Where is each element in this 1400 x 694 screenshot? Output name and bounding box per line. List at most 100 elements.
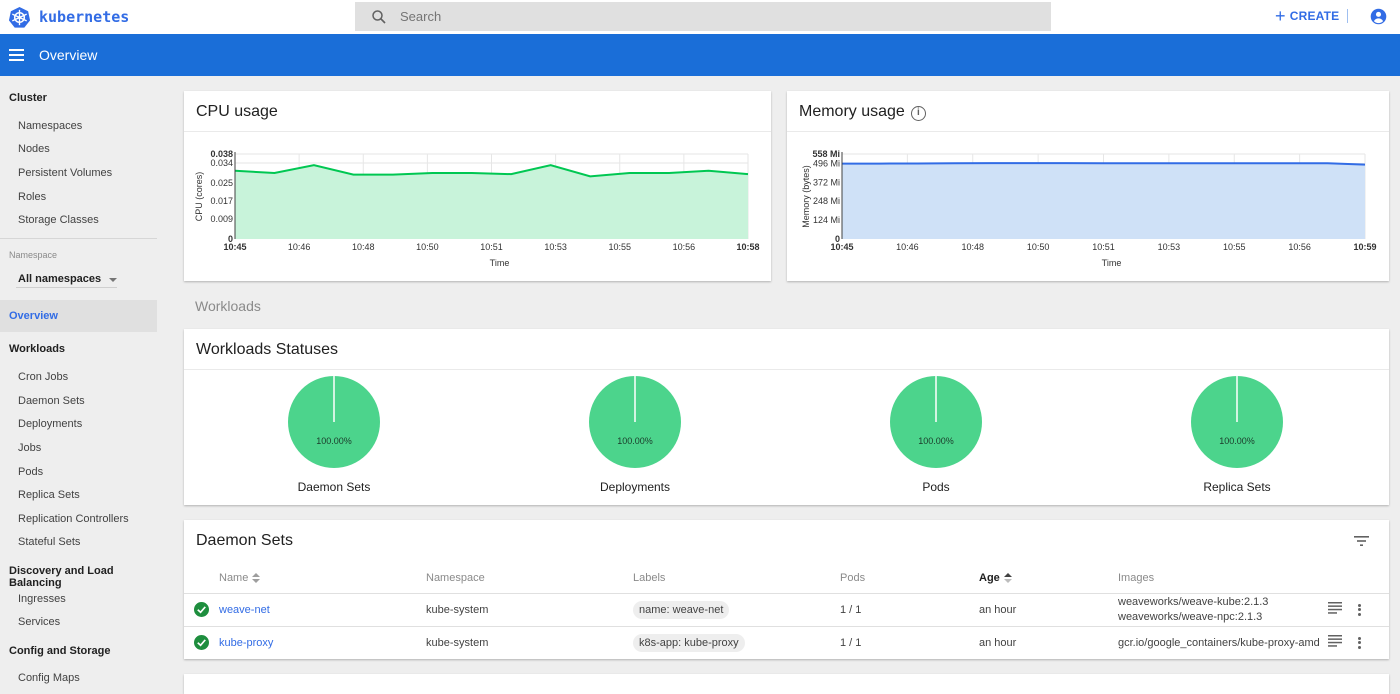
x-tick-label: 10:46 bbox=[896, 242, 919, 252]
pie-replica-sets[interactable]: 100.00% Replica Sets bbox=[1167, 375, 1307, 494]
sidebar-item-persistent-volumes[interactable]: Persistent Volumes bbox=[18, 167, 112, 179]
sidebar-item-pods[interactable]: Pods bbox=[18, 466, 43, 478]
more-vert-icon[interactable] bbox=[1358, 637, 1361, 649]
sidebar-heading-discovery[interactable]: Discovery and Load Balancing bbox=[9, 565, 157, 589]
x-tick-label: 10:45 bbox=[223, 242, 246, 252]
sidebar-divider bbox=[0, 238, 157, 239]
table-row: weave-net kube-system name: weave-net 1 … bbox=[184, 593, 1389, 626]
cpu-chart: 00.0090.0170.0250.0340.03810:4510:4610:4… bbox=[184, 91, 771, 281]
label-chip: k8s-app: kube-proxy bbox=[633, 634, 745, 652]
search-bar[interactable] bbox=[355, 2, 1051, 31]
y-axis-label: Memory (bytes) bbox=[801, 165, 811, 228]
sidebar-item-deployments[interactable]: Deployments bbox=[18, 418, 82, 430]
x-tick-label: 10:53 bbox=[544, 242, 567, 252]
sidebar-item-storage-classes[interactable]: Storage Classes bbox=[18, 214, 99, 226]
column-labels: Labels bbox=[633, 563, 840, 593]
app-name: kubernetes bbox=[39, 8, 129, 26]
workloads-section-label: Workloads bbox=[195, 298, 261, 314]
pie-value-label: 100.00% bbox=[316, 436, 352, 446]
logs-icon[interactable] bbox=[1328, 635, 1342, 647]
kubernetes-wheel-icon bbox=[8, 6, 31, 29]
sidebar-item-daemon-sets[interactable]: Daemon Sets bbox=[18, 395, 85, 407]
sidebar-item-jobs[interactable]: Jobs bbox=[18, 442, 41, 454]
more-vert-icon[interactable] bbox=[1358, 604, 1361, 616]
x-tick-label: 10:53 bbox=[1158, 242, 1181, 252]
labels-cell: k8s-app: kube-proxy bbox=[633, 626, 840, 659]
daemon-set-link[interactable]: weave-net bbox=[219, 604, 270, 616]
age-cell: an hour bbox=[979, 626, 1118, 659]
sidebar-item-services[interactable]: Services bbox=[18, 616, 60, 628]
logs-cell bbox=[1328, 626, 1358, 659]
dropdown-arrow-icon bbox=[109, 278, 117, 282]
y-tick-label: 0.025 bbox=[210, 178, 233, 188]
search-input[interactable] bbox=[400, 9, 1000, 24]
sidebar-item-overview[interactable]: Overview bbox=[0, 300, 157, 332]
pie-label: Daemon Sets bbox=[264, 480, 404, 494]
cpu-usage-card: CPU usage 00.0090.0170.0250.0340.03810:4… bbox=[184, 91, 771, 281]
name-cell: kube-proxy bbox=[219, 626, 426, 659]
x-tick-label: 10:56 bbox=[673, 242, 696, 252]
x-tick-label: 10:55 bbox=[1223, 242, 1246, 252]
daemon-sets-table: Name Namespace Labels Pods Age Images we… bbox=[184, 563, 1389, 659]
x-tick-label: 10:50 bbox=[416, 242, 439, 252]
sidebar-item-replica-sets[interactable]: Replica Sets bbox=[18, 489, 80, 501]
sidebar-heading-config[interactable]: Config and Storage bbox=[9, 645, 110, 657]
sidebar-item-ingresses[interactable]: Ingresses bbox=[18, 593, 66, 605]
namespace-cell: kube-system bbox=[426, 626, 633, 659]
images-cell: weaveworks/weave-kube:2.1.3weaveworks/we… bbox=[1118, 593, 1328, 626]
column-age[interactable]: Age bbox=[979, 563, 1118, 593]
plus-icon: + bbox=[1275, 8, 1286, 24]
column-images: Images bbox=[1118, 563, 1328, 593]
filter-icon[interactable] bbox=[1354, 535, 1369, 547]
sidebar-item-stateful-sets[interactable]: Stateful Sets bbox=[18, 536, 80, 548]
sidebar-item-config-maps[interactable]: Config Maps bbox=[18, 672, 80, 684]
sidebar-item-replication-controllers[interactable]: Replication Controllers bbox=[18, 513, 129, 525]
y-tick-label: 248 Mi bbox=[813, 196, 840, 206]
pie-label: Replica Sets bbox=[1167, 480, 1307, 494]
column-logs bbox=[1328, 563, 1358, 593]
sidebar-item-roles[interactable]: Roles bbox=[18, 191, 46, 203]
sort-icon[interactable] bbox=[252, 573, 260, 583]
sidebar-item-cron-jobs[interactable]: Cron Jobs bbox=[18, 371, 68, 383]
namespace-select[interactable]: All namespaces bbox=[16, 268, 117, 288]
x-tick-label: 10:59 bbox=[1353, 242, 1376, 252]
sidebar-heading-cluster[interactable]: Cluster bbox=[9, 92, 47, 104]
top-bar: kubernetes + CREATE bbox=[0, 0, 1400, 34]
sidebar-item-namespaces[interactable]: Namespaces bbox=[18, 120, 82, 132]
toolbar: Overview bbox=[0, 34, 1400, 76]
column-name-label: Name bbox=[219, 572, 248, 584]
pie-label: Deployments bbox=[565, 480, 705, 494]
column-menu bbox=[1358, 563, 1389, 593]
y-tick-label: 124 Mi bbox=[813, 215, 840, 225]
memory-chart: 0124 Mi248 Mi372 Mi496 Mi558 Mi10:4510:4… bbox=[787, 91, 1389, 281]
label-chip: name: weave-net bbox=[633, 601, 729, 619]
image-name: weaveworks/weave-kube:2.1.3 bbox=[1118, 595, 1328, 610]
menu-cell bbox=[1358, 626, 1389, 659]
pie-deployments[interactable]: 100.00% Deployments bbox=[565, 375, 705, 494]
x-tick-label: 10:51 bbox=[1092, 242, 1115, 252]
table-row: kube-proxy kube-system k8s-app: kube-pro… bbox=[184, 626, 1389, 659]
x-tick-label: 10:56 bbox=[1288, 242, 1311, 252]
sidebar-heading-workloads[interactable]: Workloads bbox=[9, 343, 65, 355]
logo[interactable]: kubernetes bbox=[8, 6, 129, 29]
sort-icon[interactable] bbox=[1004, 573, 1012, 583]
daemon-set-link[interactable]: kube-proxy bbox=[219, 637, 273, 649]
card-divider bbox=[184, 369, 1389, 370]
pie-pods[interactable]: 100.00% Pods bbox=[866, 375, 1006, 494]
namespace-cell: kube-system bbox=[426, 593, 633, 626]
create-button[interactable]: + CREATE bbox=[1275, 8, 1339, 24]
pie-value-label: 100.00% bbox=[617, 436, 653, 446]
x-axis-label: Time bbox=[1102, 258, 1122, 268]
x-tick-label: 10:51 bbox=[480, 242, 503, 252]
account-circle-icon[interactable] bbox=[1370, 8, 1387, 25]
logs-icon[interactable] bbox=[1328, 602, 1342, 614]
pods-cell: 1 / 1 bbox=[840, 626, 979, 659]
hamburger-menu-icon[interactable] bbox=[9, 49, 24, 61]
pie-value-label: 100.00% bbox=[918, 436, 954, 446]
pie-daemon-sets[interactable]: 100.00% Daemon Sets bbox=[264, 375, 404, 494]
x-tick-label: 10:45 bbox=[830, 242, 853, 252]
x-axis-label: Time bbox=[490, 258, 510, 268]
y-tick-label: 0.034 bbox=[210, 158, 233, 168]
sidebar-item-nodes[interactable]: Nodes bbox=[18, 143, 50, 155]
column-name[interactable]: Name bbox=[219, 563, 426, 593]
